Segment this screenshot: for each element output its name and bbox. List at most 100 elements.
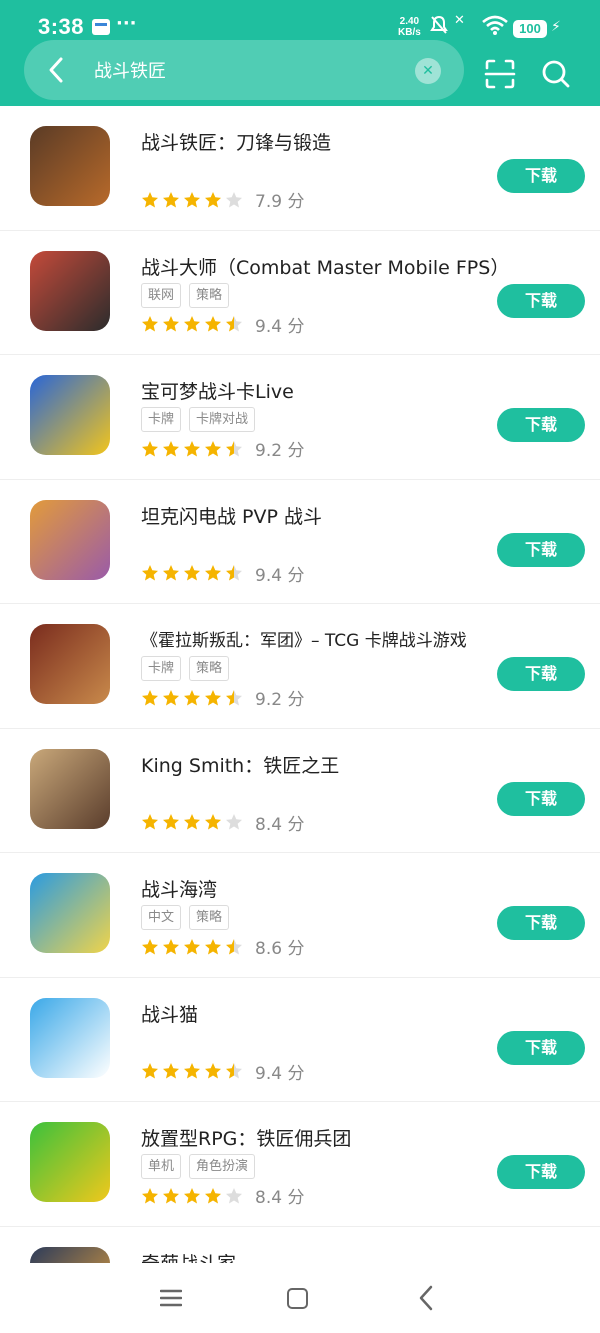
download-button[interactable]: 下载 <box>497 1030 585 1065</box>
list-item[interactable]: 战斗猫 9.4 分 下载 <box>0 978 600 1102</box>
blacksmith-game-icon[interactable] <box>30 126 110 206</box>
rating: 8.4 分 <box>141 810 304 835</box>
search-box[interactable]: ✕ <box>24 40 464 100</box>
list-item[interactable]: 战斗铁匠：刀锋与锻造 7.9 分 下载 <box>0 106 600 231</box>
score: 9.2 分 <box>255 441 305 461</box>
pokemon-cards-icon[interactable] <box>30 375 110 455</box>
list-item[interactable]: 坦克闪电战 PVP 战斗 9.4 分 下载 <box>0 480 600 604</box>
download-button[interactable]: 下载 <box>497 408 585 442</box>
mute-bell-icon <box>430 15 448 40</box>
star-full-icon <box>184 814 200 830</box>
app-name: 《霍拉斯叛乱：军团》– TCG 卡牌战斗游戏 <box>141 631 467 651</box>
app-name: 坦克闪电战 PVP 战斗 <box>141 505 322 528</box>
more-notifications-icon: ··· <box>116 13 137 34</box>
star-full-icon <box>163 565 179 581</box>
tag-list: 联网 策略 <box>141 282 230 308</box>
combat-master-icon[interactable] <box>30 250 110 331</box>
download-button[interactable]: 下载 <box>497 906 585 940</box>
star-rating <box>141 938 243 956</box>
star-rating <box>141 191 243 209</box>
clear-search-icon[interactable]: ✕ <box>415 58 441 84</box>
star-half-icon <box>226 938 242 954</box>
star-full-icon <box>184 1063 200 1079</box>
app-name: King Smith：铁匠之王 <box>141 754 340 777</box>
star-empty-icon <box>226 814 242 830</box>
idle-rpg-icon[interactable] <box>30 1122 110 1202</box>
horus-heresy-icon[interactable] <box>30 624 110 704</box>
app-name: 宝可梦战斗卡Live <box>141 381 294 403</box>
score: 8.4 分 <box>255 1188 305 1208</box>
star-half-icon <box>226 565 242 581</box>
star-full-icon <box>184 689 200 705</box>
mail-notification-icon <box>92 19 110 35</box>
star-full-icon <box>184 191 200 207</box>
tag: 角色扮演 <box>189 1154 256 1179</box>
star-full-icon <box>163 1187 179 1203</box>
star-full-icon <box>142 1187 158 1203</box>
download-button[interactable]: 下载 <box>497 657 585 691</box>
back-icon[interactable] <box>415 1285 439 1311</box>
search-input[interactable] <box>94 52 394 88</box>
back-arrow-icon[interactable] <box>36 50 76 90</box>
star-full-icon <box>142 814 158 830</box>
list-item[interactable]: 战斗大师（Combat Master Mobile FPS） 联网 策略 9.4 … <box>0 231 600 355</box>
home-icon[interactable] <box>287 1288 308 1309</box>
star-rating <box>141 1187 243 1205</box>
tank-blitz-icon[interactable] <box>30 499 110 580</box>
star-full-icon <box>205 938 221 954</box>
star-full-icon <box>142 316 158 332</box>
search-icon[interactable] <box>540 58 572 90</box>
star-empty-icon <box>226 191 242 207</box>
download-button[interactable]: 下载 <box>497 781 585 816</box>
scan-icon[interactable] <box>484 58 516 90</box>
star-full-icon <box>184 938 200 954</box>
tag: 卡牌 <box>141 407 182 432</box>
tag: 卡牌 <box>141 656 182 681</box>
star-full-icon <box>205 689 221 705</box>
star-full-icon <box>184 1187 200 1203</box>
wifi-icon <box>482 15 508 35</box>
download-button[interactable]: 下载 <box>497 283 585 318</box>
star-full-icon <box>205 440 221 456</box>
star-rating <box>141 1062 243 1080</box>
star-full-icon <box>184 440 200 456</box>
score: 9.2 分 <box>255 690 305 710</box>
odd-fighter-icon[interactable] <box>30 1246 110 1263</box>
tag-list: 单机 角色扮演 <box>141 1154 256 1179</box>
no-signal-icon: ✕ <box>454 13 465 28</box>
star-full-icon <box>205 191 221 207</box>
tag: 联网 <box>141 282 182 308</box>
star-full-icon <box>163 191 179 207</box>
download-button[interactable]: 下载 <box>497 1155 585 1189</box>
rating: 9.2 分 <box>141 436 304 461</box>
star-full-icon <box>205 316 221 332</box>
list-item[interactable]: 战斗海湾 中文 策略 8.6 分 下载 <box>0 853 600 978</box>
star-rating <box>141 564 243 582</box>
list-item[interactable]: 放置型RPG：铁匠佣兵团 单机 角色扮演 8.4 分 下载 <box>0 1102 600 1227</box>
battle-cats-icon[interactable] <box>30 997 110 1078</box>
rating: 9.4 分 <box>141 312 304 337</box>
star-full-icon <box>142 938 158 954</box>
download-button[interactable]: 下载 <box>497 159 585 193</box>
status-time: 3:38 <box>38 14 85 39</box>
system-nav-bar <box>0 1263 600 1333</box>
tag: 卡牌对战 <box>189 407 256 432</box>
score: 9.4 分 <box>255 316 305 337</box>
list-item[interactable]: 宝可梦战斗卡Live 卡牌 卡牌对战 9.2 分 下载 <box>0 355 600 480</box>
recent-apps-icon[interactable] <box>159 1289 183 1307</box>
star-full-icon <box>142 689 158 705</box>
app-name: 战斗海湾 <box>141 879 218 901</box>
battle-bay-icon[interactable] <box>30 873 110 953</box>
king-smith-icon[interactable] <box>30 748 110 829</box>
list-item[interactable]: 奇葩战斗家 <box>0 1227 600 1263</box>
download-button[interactable]: 下载 <box>497 532 585 567</box>
star-full-icon <box>163 689 179 705</box>
battery-level: 100 <box>513 20 547 38</box>
list-item[interactable]: 《霍拉斯叛乱：军团》– TCG 卡牌战斗游戏 卡牌 策略 9.2 分 下载 <box>0 604 600 729</box>
list-item[interactable]: King Smith：铁匠之王 8.4 分 下载 <box>0 729 600 853</box>
tag: 策略 <box>189 905 230 930</box>
star-full-icon <box>142 1063 158 1079</box>
network-speed: 2.40 KB/s <box>398 16 421 38</box>
star-full-icon <box>205 814 221 830</box>
tag-list: 中文 策略 <box>141 905 230 930</box>
